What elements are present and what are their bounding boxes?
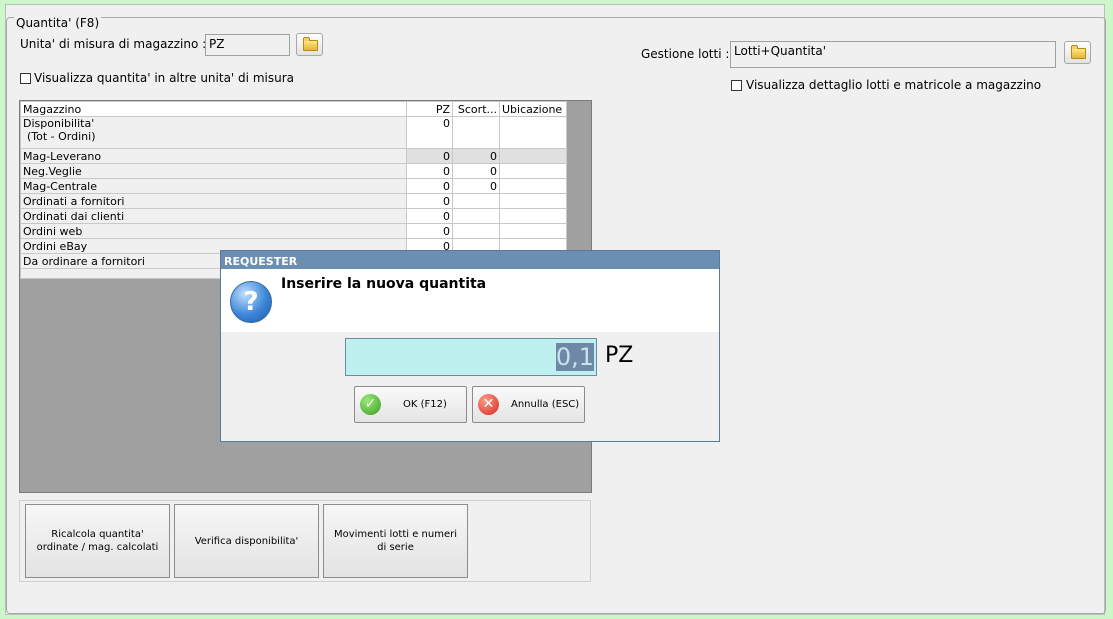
cell-location[interactable] — [499, 116, 567, 149]
dialog-prompt: Inserire la nuova quantita — [281, 276, 487, 292]
cancel-icon: ✕ — [478, 394, 499, 415]
row-label-line2: (Tot - Ordini) — [27, 130, 96, 143]
row-label: Mag-Centrale — [20, 178, 407, 194]
quantity-unit: PZ — [605, 343, 634, 368]
cell-scorta[interactable] — [452, 193, 500, 209]
row-label-line1: Disponibilita' — [23, 117, 95, 131]
cell-location[interactable] — [499, 178, 567, 194]
cell-scorta[interactable]: 0 — [452, 178, 500, 194]
cancel-button-label: Annulla (ESC) — [511, 399, 580, 410]
question-icon: ? — [230, 281, 272, 323]
cell-location[interactable] — [499, 148, 567, 164]
cell-location[interactable] — [499, 223, 567, 239]
folder-icon — [1071, 45, 1086, 59]
column-header[interactable]: Magazzino — [20, 101, 407, 117]
cell-pz[interactable]: 0 — [406, 148, 453, 164]
lots-label: Gestione lotti : — [641, 47, 730, 61]
recalc-button[interactable]: Ricalcola quantita' ordinate / mag. calc… — [25, 504, 170, 578]
row-label: Ordini web — [20, 223, 407, 239]
uom-field[interactable]: PZ — [205, 34, 290, 56]
cell-scorta[interactable] — [452, 223, 500, 239]
cell-scorta[interactable]: 0 — [452, 163, 500, 179]
show-other-units-label: Visualizza quantita' in altre unita' di … — [34, 71, 294, 85]
row-label: Ordinati a fornitori — [20, 193, 407, 209]
show-lot-details-label: Visualizza dettaglio lotti e matricole a… — [746, 78, 1042, 92]
table-row[interactable]: Ordinati a fornitori 0 — [20, 193, 567, 209]
table-row[interactable]: Ordinati dai clienti 0 — [20, 208, 567, 224]
requester-dialog: REQUESTER ? Inserire la nuova quantita 0… — [220, 250, 720, 442]
cell-pz[interactable]: 0 — [406, 193, 453, 209]
cell-pz[interactable]: 0 — [406, 178, 453, 194]
cell-scorta[interactable]: 0 — [452, 148, 500, 164]
cell-pz[interactable]: 0 — [406, 163, 453, 179]
column-header[interactable]: Ubicazione — [499, 101, 567, 117]
quantity-value: 0,1 — [555, 343, 594, 371]
table-row[interactable]: Disponibilita' (Tot - Ordini) 0 — [20, 116, 567, 149]
column-header[interactable]: Scort... — [452, 101, 500, 117]
lot-movements-button[interactable]: Movimenti lotti e numeri di serie — [323, 504, 468, 578]
ok-button[interactable]: ✓ OK (F12) — [354, 386, 467, 423]
dialog-header: ? Inserire la nuova quantita — [221, 269, 719, 332]
table-header-row: Magazzino PZ Scort... Ubicazione — [20, 101, 567, 117]
table-row[interactable]: Neg.Veglie 0 0 — [20, 163, 567, 179]
lots-field[interactable]: Lotti+Quantita' — [730, 41, 1056, 68]
row-label: Disponibilita' (Tot - Ordini) — [20, 116, 407, 149]
table-row[interactable]: Mag-Centrale 0 0 — [20, 178, 567, 194]
check-icon: ✓ — [360, 394, 381, 415]
lots-browse-button[interactable] — [1064, 41, 1091, 64]
cell-pz[interactable]: 0 — [406, 208, 453, 224]
cell-scorta[interactable] — [452, 116, 500, 149]
dialog-title[interactable]: REQUESTER — [221, 251, 719, 269]
uom-label: Unita' di misura di magazzino : — [20, 37, 207, 51]
cell-location[interactable] — [499, 208, 567, 224]
cell-location[interactable] — [499, 163, 567, 179]
cell-pz[interactable]: 0 — [406, 116, 453, 149]
table-row[interactable]: Ordini web 0 — [20, 223, 567, 239]
show-other-units-checkbox[interactable] — [20, 73, 31, 84]
column-header[interactable]: PZ — [406, 101, 453, 117]
cancel-button[interactable]: ✕ Annulla (ESC) — [472, 386, 585, 423]
quantity-input[interactable]: 0,1 — [345, 338, 597, 376]
cell-pz[interactable]: 0 — [406, 223, 453, 239]
row-label: Mag-Leverano — [20, 148, 407, 164]
row-label: Ordinati dai clienti — [20, 208, 407, 224]
cell-scorta[interactable] — [452, 208, 500, 224]
folder-icon — [303, 37, 318, 51]
show-lot-details-checkbox[interactable] — [731, 80, 742, 91]
group-legend: Quantita' (F8) — [14, 16, 102, 30]
uom-browse-button[interactable] — [296, 33, 323, 56]
table-row[interactable]: Mag-Leverano 0 0 — [20, 148, 567, 164]
ok-button-label: OK (F12) — [403, 399, 447, 410]
row-label: Neg.Veglie — [20, 163, 407, 179]
verify-availability-button[interactable]: Verifica disponibilita' — [174, 504, 319, 578]
cell-location[interactable] — [499, 193, 567, 209]
